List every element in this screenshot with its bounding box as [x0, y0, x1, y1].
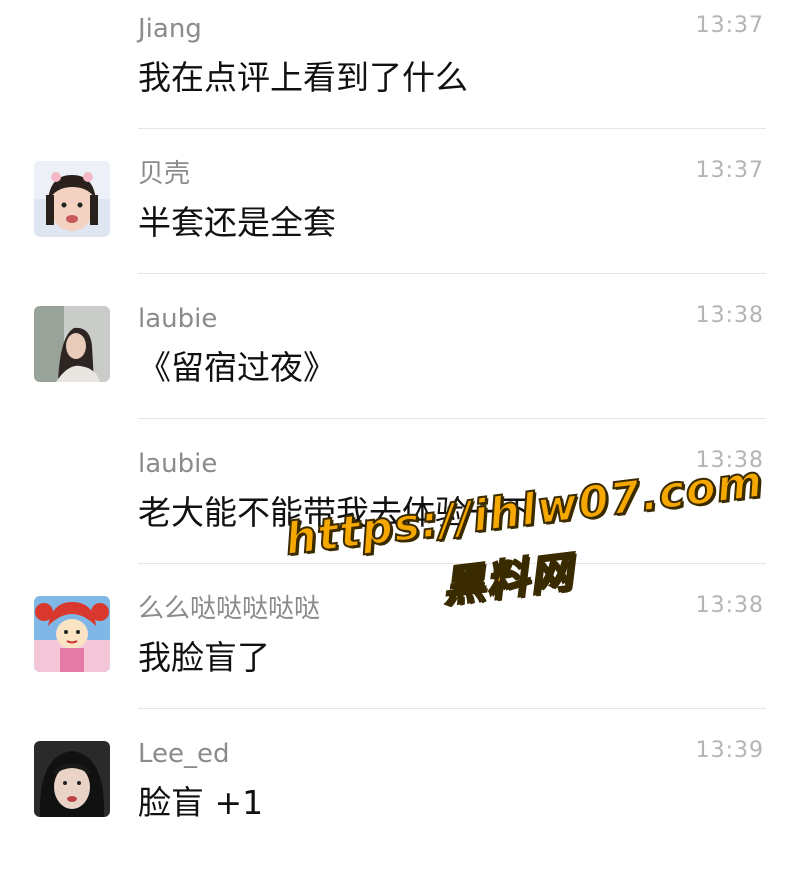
chat-message[interactable]: laubie 13:38 《留宿过夜》 — [0, 290, 800, 435]
avatar-cartoon-girl-icon — [34, 596, 110, 672]
avatar-girl-icon — [34, 161, 110, 237]
avatar[interactable] — [34, 596, 110, 672]
divider — [138, 563, 766, 564]
chat-message[interactable]: 贝壳 13:37 半套还是全套 — [0, 145, 800, 290]
chat-message[interactable]: laubie 13:38 老大能不能带我去体验一下 — [0, 435, 800, 580]
divider — [138, 273, 766, 274]
message-time: 13:38 — [695, 448, 764, 473]
message-text: 我在点评上看到了什么 — [138, 58, 468, 97]
avatar-woman-icon — [34, 306, 110, 382]
message-text: 半套还是全套 — [138, 203, 336, 242]
sender-name: Lee_ed — [138, 739, 230, 769]
message-text: 脸盲 +1 — [138, 783, 264, 822]
chat-message[interactable]: 么么哒哒哒哒哒 13:38 我脸盲了 — [0, 580, 800, 725]
message-text: 我脸盲了 — [138, 638, 270, 677]
message-time: 13:37 — [695, 13, 764, 38]
avatar[interactable] — [34, 741, 110, 817]
sender-name: laubie — [138, 449, 218, 479]
chat-message[interactable]: Lee_ed 13:39 脸盲 +1 — [0, 725, 800, 870]
message-time: 13:38 — [695, 593, 764, 618]
avatar[interactable] — [34, 306, 110, 382]
message-time: 13:39 — [695, 738, 764, 763]
divider — [138, 418, 766, 419]
message-time: 13:37 — [695, 158, 764, 183]
message-time: 13:38 — [695, 303, 764, 328]
sender-name: 贝壳 — [138, 159, 191, 189]
avatar[interactable] — [34, 161, 110, 237]
sender-name: Jiang — [138, 14, 202, 44]
message-text: 《留宿过夜》 — [138, 348, 336, 387]
chat-message-list: Jiang 13:37 我在点评上看到了什么 贝壳 13:37 半套还是全套 l… — [0, 0, 800, 841]
avatar-helmet-icon — [34, 741, 110, 817]
divider — [138, 128, 766, 129]
message-text: 老大能不能带我去体验一下 — [138, 493, 534, 532]
sender-name: 么么哒哒哒哒哒 — [138, 594, 321, 624]
chat-message[interactable]: Jiang 13:37 我在点评上看到了什么 — [0, 0, 800, 145]
divider — [138, 708, 766, 709]
sender-name: laubie — [138, 304, 218, 334]
